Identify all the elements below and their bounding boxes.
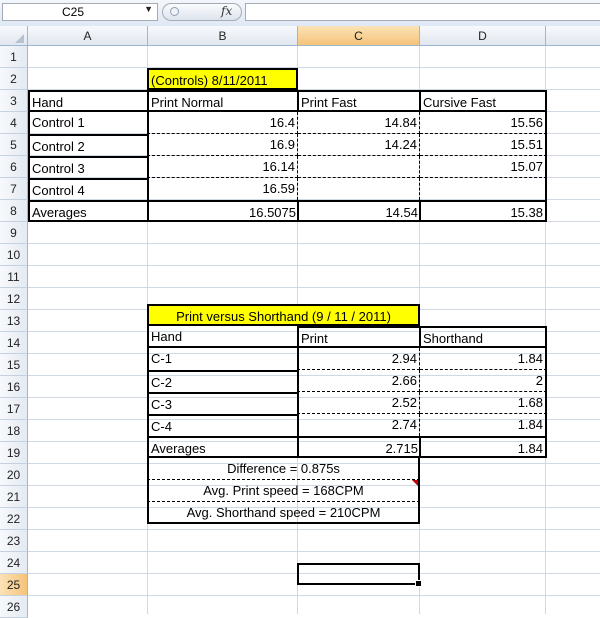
table-cell[interactable]: 14.84: [298, 112, 420, 134]
shorthand-speed-note[interactable]: Avg. Shorthand speed = 210CPM: [147, 502, 420, 524]
row-header-11[interactable]: 11: [0, 266, 28, 288]
name-box-value: C25: [61, 5, 84, 19]
table-header-cell[interactable]: Print Fast: [297, 90, 420, 112]
print-speed-note[interactable]: Avg. Print speed = 168CPM: [147, 480, 420, 502]
table-cell[interactable]: 15.07: [420, 156, 547, 178]
table-header-cell[interactable]: Hand: [28, 90, 148, 112]
column-header-b[interactable]: B: [148, 26, 298, 46]
controls-table-title[interactable]: (Controls) 8/11/2011: [147, 68, 298, 90]
select-all-icon: [15, 34, 24, 43]
table-cell[interactable]: [298, 156, 420, 178]
table-cell[interactable]: 15.56: [420, 112, 547, 134]
circle-icon: [170, 7, 179, 16]
table-cell[interactable]: 2.52: [297, 392, 420, 414]
row-header-6[interactable]: 6: [0, 156, 28, 178]
row-header-18[interactable]: 18: [0, 420, 28, 442]
fill-handle[interactable]: [415, 580, 422, 587]
row-header-2[interactable]: 2: [0, 68, 28, 90]
row-header-10[interactable]: 10: [0, 244, 28, 266]
table-cell[interactable]: 16.5075: [147, 200, 298, 222]
table-cell[interactable]: C-1: [147, 348, 298, 370]
table-cell[interactable]: 16.4: [147, 112, 298, 134]
row-header-13[interactable]: 13: [0, 310, 28, 332]
row-header-26[interactable]: 26: [0, 596, 28, 618]
row-header-7[interactable]: 7: [0, 178, 28, 200]
table-cell[interactable]: 2.74: [297, 414, 420, 436]
row-header-14[interactable]: 14: [0, 332, 28, 354]
table-cell[interactable]: Control 4: [28, 178, 148, 200]
column-header-d[interactable]: D: [420, 26, 546, 46]
table-cell[interactable]: 15.51: [420, 134, 547, 156]
name-box[interactable]: C25 ▼: [2, 3, 158, 21]
table-cell[interactable]: Averages: [147, 436, 298, 458]
difference-note[interactable]: Difference = 0.875s: [147, 458, 420, 480]
table-cell[interactable]: 16.9: [147, 134, 298, 156]
table-cell[interactable]: 16.59: [147, 178, 298, 200]
row-header-15[interactable]: 15: [0, 354, 28, 376]
formula-bar: C25 ▼ fx: [0, 0, 600, 27]
table-cell[interactable]: 14.54: [297, 200, 420, 222]
table-cell[interactable]: C-3: [147, 392, 298, 414]
row-header-8[interactable]: 8: [0, 200, 28, 222]
select-all-button[interactable]: [0, 26, 28, 46]
table-header-cell[interactable]: Hand: [147, 326, 298, 348]
table-cell[interactable]: Averages: [28, 200, 148, 222]
active-cell-c25[interactable]: [297, 563, 422, 587]
row-header-20[interactable]: 20: [0, 464, 28, 486]
row-header-21[interactable]: 21: [0, 486, 28, 508]
row-header-1[interactable]: 1: [0, 46, 28, 68]
insert-function-icon[interactable]: fx: [221, 4, 232, 18]
row-header-16[interactable]: 16: [0, 376, 28, 398]
spreadsheet-grid: A B C D 1 2 3 4 5 6 7 8 9 10 11 12 13 14…: [0, 26, 600, 618]
table-cell[interactable]: 2: [420, 370, 547, 392]
column-header-e[interactable]: [546, 26, 600, 46]
table-cell[interactable]: 2.715: [297, 436, 420, 458]
column-header-c[interactable]: C: [298, 26, 420, 46]
table-cell[interactable]: C-4: [147, 414, 298, 436]
table-cell[interactable]: Control 3: [28, 156, 148, 178]
table-cell[interactable]: [298, 178, 420, 200]
table-cell[interactable]: 1.84: [420, 348, 547, 370]
table-cell[interactable]: C-2: [147, 370, 298, 392]
table-cell[interactable]: 1.84: [419, 436, 547, 458]
table-header-cell[interactable]: Shorthand: [419, 326, 547, 348]
chevron-down-icon[interactable]: ▼: [144, 4, 153, 14]
formula-input[interactable]: [245, 3, 600, 21]
table-header-cell[interactable]: Print: [297, 326, 420, 348]
table-header-cell[interactable]: Cursive Fast: [419, 90, 547, 112]
table-cell[interactable]: 14.24: [298, 134, 420, 156]
row-header-17[interactable]: 17: [0, 398, 28, 420]
table-cell[interactable]: 1.68: [420, 392, 547, 414]
table-cell[interactable]: 15.38: [419, 200, 547, 222]
table-cell[interactable]: [420, 178, 547, 200]
comment-indicator-icon[interactable]: [412, 480, 418, 486]
row-header-3[interactable]: 3: [0, 90, 28, 112]
row-header-23[interactable]: 23: [0, 530, 28, 552]
row-header-4[interactable]: 4: [0, 112, 28, 134]
row-header-5[interactable]: 5: [0, 134, 28, 156]
column-header-a[interactable]: A: [28, 26, 148, 46]
table-cell[interactable]: Control 1: [28, 112, 148, 134]
table-cell[interactable]: 1.84: [420, 414, 547, 436]
table-cell[interactable]: Control 2: [28, 134, 148, 156]
row-header-9[interactable]: 9: [0, 222, 28, 244]
row-header-22[interactable]: 22: [0, 508, 28, 530]
row-header-24[interactable]: 24: [0, 552, 28, 574]
table-cell[interactable]: 2.66: [297, 370, 420, 392]
table-header-cell[interactable]: Print Normal: [147, 90, 298, 112]
table-cell[interactable]: 2.94: [297, 348, 420, 370]
row-header-25[interactable]: 25: [0, 574, 28, 596]
function-controls: fx: [162, 3, 242, 21]
shorthand-table-title[interactable]: Print versus Shorthand (9 / 11 / 2011): [147, 304, 420, 326]
table-cell[interactable]: 16.14: [147, 156, 298, 178]
row-header-12[interactable]: 12: [0, 288, 28, 310]
row-header-19[interactable]: 19: [0, 442, 28, 464]
